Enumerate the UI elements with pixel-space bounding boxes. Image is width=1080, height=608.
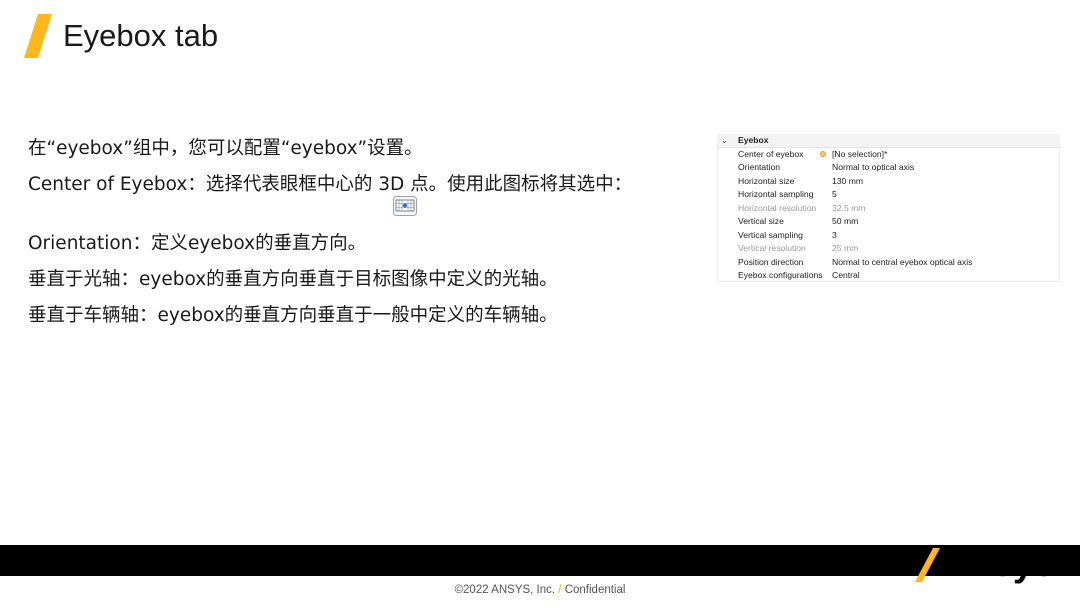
- property-row-vertical-sampling[interactable]: Vertical sampling 3: [717, 229, 1060, 242]
- property-value[interactable]: [No selection]*: [832, 148, 887, 161]
- property-row-center-of-eyebox[interactable]: Center of eyebox [No selection]*: [717, 148, 1060, 161]
- title-accent-slash: [24, 14, 52, 58]
- property-key: Horizontal sampling: [738, 189, 814, 200]
- ansys-logo: Ansys: [913, 543, 1055, 584]
- slide-title: Eyebox tab: [63, 18, 219, 53]
- property-value: 32.5 mm: [832, 202, 866, 213]
- eyebox-properties-panel: ⌄ Eyebox Center of eyebox [No selection]…: [717, 134, 1060, 282]
- chevron-down-icon: ⌄: [721, 136, 728, 145]
- property-value[interactable]: Normal to optical axis: [832, 161, 914, 174]
- property-value: 25 mm: [832, 243, 859, 254]
- property-key: Vertical sampling: [738, 229, 803, 240]
- copyright-separator: /: [558, 584, 562, 596]
- center-of-eyebox-text: Center of Eyebox：选择代表眼框中心的 3D 点。使用此图标将其选…: [28, 174, 633, 195]
- intro-text: 在“eyebox”组中，您可以配置“eyebox”设置。: [28, 138, 423, 159]
- property-row-vertical-size[interactable]: Vertical size 50 mm: [717, 215, 1060, 228]
- property-key: Vertical size: [738, 216, 784, 227]
- property-row-vertical-resolution: Vertical resolution 25 mm: [717, 242, 1060, 255]
- property-key: Position direction: [738, 256, 804, 267]
- property-value[interactable]: 5: [832, 188, 837, 201]
- orientation-text: Orientation：定义eyebox的垂直方向。: [28, 233, 367, 254]
- property-key: Vertical resolution: [738, 243, 806, 254]
- logo-slash-icon: [915, 548, 940, 582]
- property-value[interactable]: 3: [832, 229, 837, 242]
- property-key: Center of eyebox: [738, 149, 804, 159]
- property-row-orientation[interactable]: Orientation Normal to optical axis: [717, 161, 1060, 174]
- property-row-position-direction[interactable]: Position direction Normal to central eye…: [717, 256, 1060, 269]
- property-key: Eyebox configurations: [738, 269, 823, 280]
- info-icon: [820, 151, 826, 157]
- property-value[interactable]: Central: [832, 269, 860, 282]
- point-selection-icon: [393, 196, 417, 216]
- logo-wordmark: Ansys: [943, 543, 1055, 584]
- property-row-horizontal-size[interactable]: Horizontal size 130 mm: [717, 175, 1060, 188]
- property-value[interactable]: 130 mm: [832, 175, 863, 188]
- copyright-notice: ©2022 ANSYS, Inc. / Confidential: [0, 584, 1080, 596]
- property-value[interactable]: Normal to central eyebox optical axis: [832, 256, 972, 269]
- eyebox-group-header[interactable]: ⌄ Eyebox: [717, 134, 1060, 148]
- copyright-text: ©2022 ANSYS, Inc.: [454, 584, 556, 596]
- property-row-horizontal-resolution: Horizontal resolution 32.5 mm: [717, 202, 1060, 215]
- property-key: Orientation: [738, 162, 781, 173]
- property-value[interactable]: 50 mm: [832, 215, 858, 228]
- normal-to-optical-axis-text: 垂直于光轴：eyebox的垂直方向垂直于目标图像中定义的光轴。: [28, 269, 558, 290]
- property-key: Horizontal size: [738, 175, 795, 186]
- normal-to-vehicle-axis-text: 垂直于车辆轴：eyebox的垂直方向垂直于一般中定义的车辆轴。: [28, 305, 558, 326]
- confidential-label: Confidential: [564, 584, 626, 596]
- eyebox-group-label: Eyebox: [738, 135, 769, 145]
- property-key: Horizontal resolution: [738, 202, 817, 213]
- property-row-eyebox-configurations[interactable]: Eyebox configurations Central: [717, 269, 1060, 282]
- property-row-horizontal-sampling[interactable]: Horizontal sampling 5: [717, 188, 1060, 201]
